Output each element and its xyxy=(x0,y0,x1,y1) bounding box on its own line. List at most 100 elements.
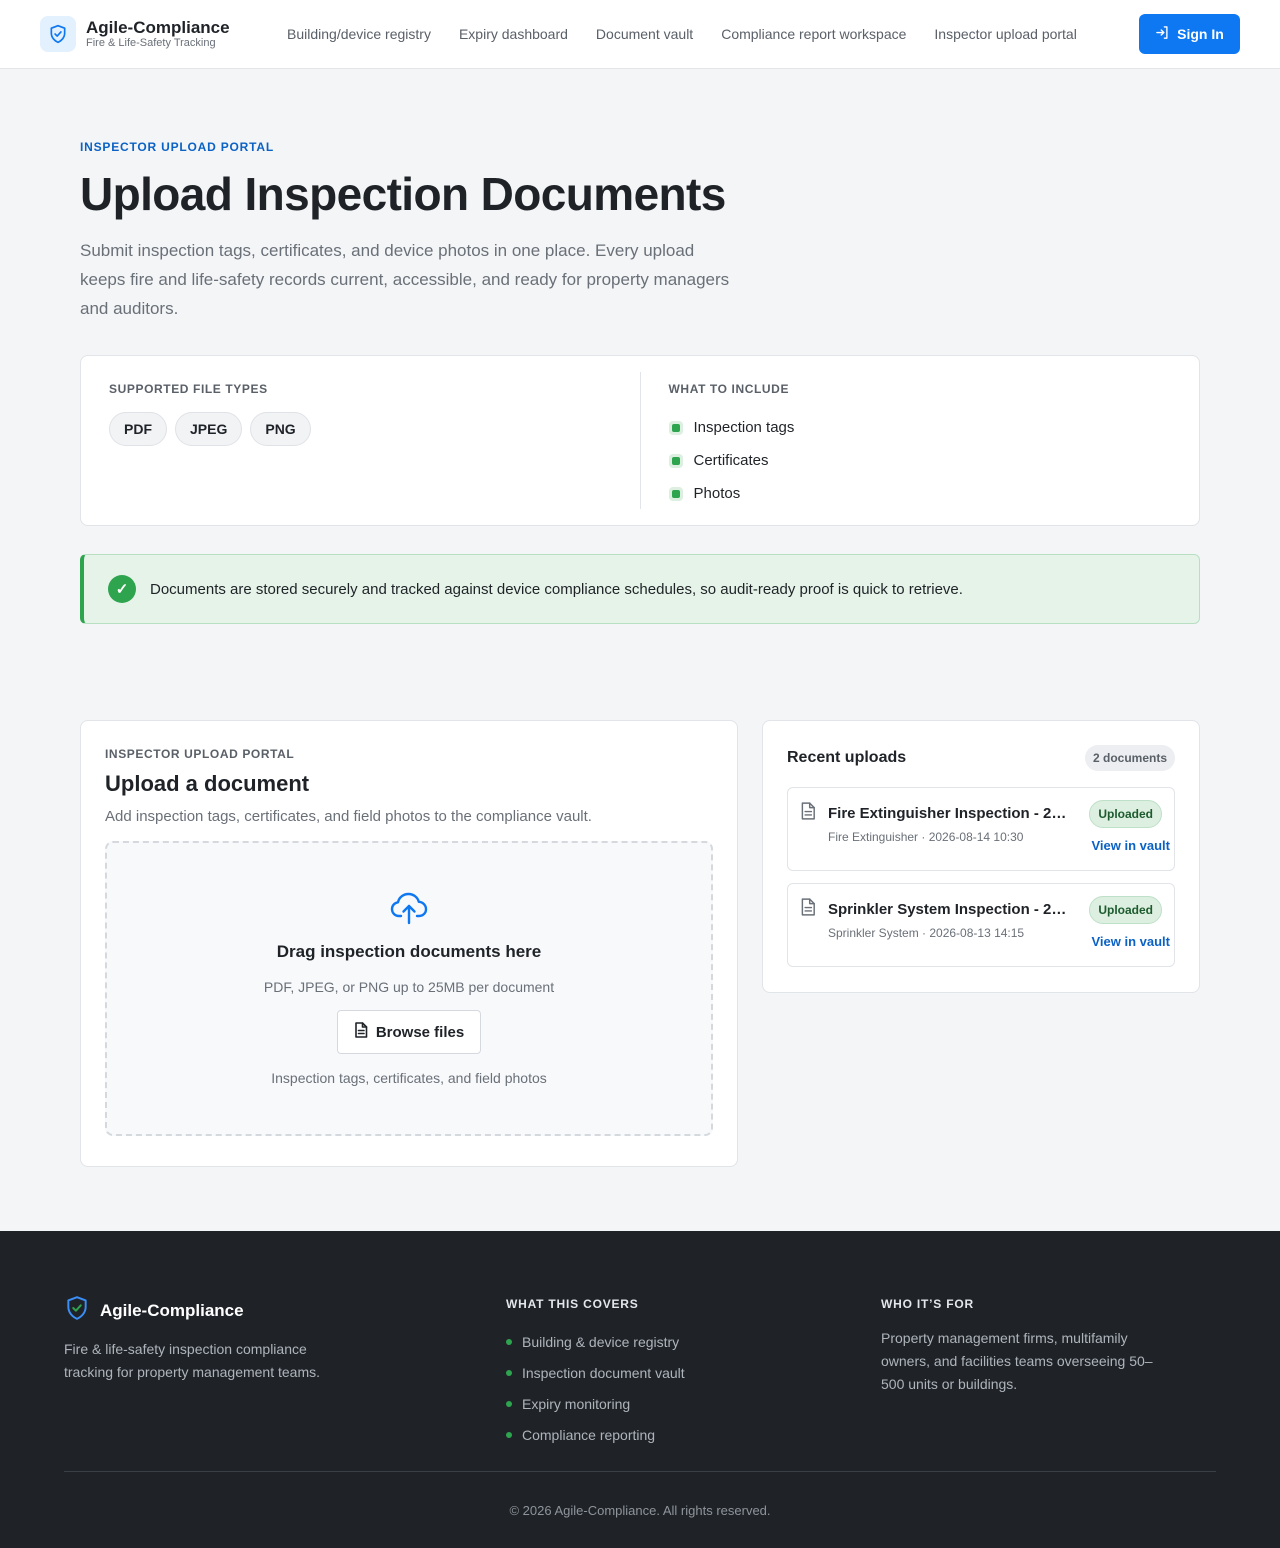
footer-brand-row: Agile-Compliance xyxy=(64,1295,506,1326)
recent-uploads-header: Recent uploads 2 documents xyxy=(787,745,1175,771)
drop-title: Drag inspection documents here xyxy=(276,942,542,961)
file-types-section: SUPPORTED FILE TYPES PDF JPEG PNG xyxy=(81,372,640,509)
cloud-upload-icon xyxy=(390,891,428,930)
upload-item-actions: Uploaded View in vault xyxy=(1089,896,1170,949)
bullet-icon xyxy=(506,1431,512,1438)
notice-text: Documents are stored securely and tracke… xyxy=(150,580,963,598)
sign-in-icon xyxy=(1155,25,1170,43)
nav-compliance-report-workspace[interactable]: Compliance report workspace xyxy=(721,26,906,42)
bullet-icon xyxy=(668,453,683,468)
list-item: Expiry monitoring xyxy=(506,1388,881,1419)
bullet-icon xyxy=(506,1369,512,1376)
footer-columns: Agile-Compliance Fire & life-safety insp… xyxy=(64,1295,1216,1471)
footer-covers-item: Inspection document vault xyxy=(522,1364,685,1381)
footer-audience: WHO IT’S FOR Property management firms, … xyxy=(881,1295,1216,1471)
footer-covers-item: Expiry monitoring xyxy=(522,1395,631,1412)
page-title: Upload Inspection Documents xyxy=(80,168,726,220)
include-list: Inspection tags Certificates Photos xyxy=(668,411,1172,510)
brand[interactable]: Agile-Compliance Fire & Life-Safety Trac… xyxy=(40,16,287,52)
status-badge: Uploaded xyxy=(1089,896,1162,924)
upload-item-body: Sprinkler System Inspection - 2026-08-13… xyxy=(828,896,1068,954)
check-icon: ✓ xyxy=(108,575,136,603)
sign-in-button[interactable]: Sign In xyxy=(1139,14,1240,54)
recent-uploads-card: Recent uploads 2 documents Fire Extingui… xyxy=(762,720,1200,993)
list-item: Photos xyxy=(668,477,1172,510)
file-type-chip-png: PNG xyxy=(250,412,311,446)
list-item[interactable]: Sprinkler System Inspection - 2026-08-13… xyxy=(787,883,1175,967)
footer-description: Fire & life-safety inspection compliance… xyxy=(64,1341,321,1380)
footer-covers-item: Compliance reporting xyxy=(522,1426,656,1443)
brand-tagline: Fire & Life-Safety Tracking xyxy=(86,37,216,49)
upload-title: Upload a document xyxy=(105,771,310,796)
bullet-icon xyxy=(668,486,683,501)
file-dropzone[interactable]: Drag inspection documents here PDF, JPEG… xyxy=(105,841,713,1136)
upload-item-title: Sprinkler System Inspection - 2026-08-13 xyxy=(828,901,1068,918)
hero-description: Submit inspection tags, certificates, an… xyxy=(80,241,730,318)
list-item: Inspection tags xyxy=(668,411,1172,444)
main-content: INSPECTOR UPLOAD PORTAL Upload Inspectio… xyxy=(0,69,1280,1167)
shield-check-icon xyxy=(64,1295,90,1326)
upload-card: INSPECTOR UPLOAD PORTAL Upload a documen… xyxy=(80,720,738,1167)
upload-eyebrow: INSPECTOR UPLOAD PORTAL xyxy=(105,747,295,761)
list-item[interactable]: Fire Extinguisher Inspection - 2026-08-1… xyxy=(787,787,1175,871)
nav-expiry-dashboard[interactable]: Expiry dashboard xyxy=(459,26,568,42)
upload-item-meta: Fire Extinguisher · 2026-08-14 10:30 xyxy=(828,830,1024,844)
file-type-chip-jpeg: JPEG xyxy=(175,412,243,446)
info-card: SUPPORTED FILE TYPES PDF JPEG PNG WHAT T… xyxy=(80,355,1200,526)
footer-covers: WHAT THIS COVERS Building & device regis… xyxy=(506,1295,881,1471)
drop-hint: Inspection tags, certificates, and field… xyxy=(271,1070,547,1086)
file-type-chip-pdf: PDF xyxy=(109,412,167,446)
footer-brand-name: Agile-Compliance xyxy=(100,1300,244,1320)
bullet-icon xyxy=(668,420,683,435)
document-count-badge: 2 documents xyxy=(1084,745,1175,771)
bullet-icon xyxy=(506,1338,512,1345)
footer-brand: Agile-Compliance Fire & life-safety insp… xyxy=(64,1295,506,1471)
site-footer: Agile-Compliance Fire & life-safety insp… xyxy=(0,1231,1280,1548)
browse-files-button[interactable]: Browse files xyxy=(336,1010,482,1054)
view-in-vault-link[interactable]: View in vault xyxy=(1091,838,1170,853)
document-icon xyxy=(800,896,816,954)
browse-files-label: Browse files xyxy=(375,1023,465,1041)
list-item: Compliance reporting xyxy=(506,1419,881,1450)
upload-item-body: Fire Extinguisher Inspection - 2026-08-1… xyxy=(828,800,1068,858)
sign-in-label: Sign In xyxy=(1177,26,1224,42)
include-section: WHAT TO INCLUDE Inspection tags Certific… xyxy=(639,372,1200,510)
recent-uploads-title: Recent uploads xyxy=(787,749,907,766)
hero-eyebrow: INSPECTOR UPLOAD PORTAL xyxy=(80,140,274,154)
security-notice: ✓ Documents are stored securely and trac… xyxy=(80,554,1200,624)
list-item: Building & device registry xyxy=(506,1326,881,1357)
top-header: Agile-Compliance Fire & Life-Safety Trac… xyxy=(0,0,1280,69)
main-nav: Building/device registry Expiry dashboar… xyxy=(287,26,1139,42)
upload-section: INSPECTOR UPLOAD PORTAL Upload a documen… xyxy=(80,720,1200,1167)
brand-name: Agile-Compliance xyxy=(86,18,230,37)
upload-item-title: Fire Extinguisher Inspection - 2026-08-1… xyxy=(828,805,1068,822)
view-in-vault-link[interactable]: View in vault xyxy=(1091,934,1170,949)
upload-item-actions: Uploaded View in vault xyxy=(1089,800,1170,853)
document-icon xyxy=(354,1022,368,1042)
shield-check-icon xyxy=(40,16,76,52)
footer-audience-text: Property management firms, multifamily o… xyxy=(881,1330,1153,1392)
include-item-label: Certificates xyxy=(693,452,769,469)
drop-subtitle: PDF, JPEG, or PNG up to 25MB per documen… xyxy=(263,979,555,995)
footer-audience-title: WHO IT’S FOR xyxy=(881,1297,974,1311)
nav-building-device-registry[interactable]: Building/device registry xyxy=(287,26,431,42)
file-type-chips: PDF JPEG PNG xyxy=(109,412,612,446)
footer-covers-list: Building & device registry Inspection do… xyxy=(506,1326,881,1450)
bullet-icon xyxy=(506,1400,512,1407)
footer-covers-item: Building & device registry xyxy=(522,1333,680,1350)
document-icon xyxy=(800,800,816,858)
hero: INSPECTOR UPLOAD PORTAL Upload Inspectio… xyxy=(80,69,1200,624)
file-types-title: SUPPORTED FILE TYPES xyxy=(109,382,268,396)
status-badge: Uploaded xyxy=(1089,800,1162,828)
list-item: Inspection document vault xyxy=(506,1357,881,1388)
upload-item-meta: Sprinkler System · 2026-08-13 14:15 xyxy=(828,926,1025,940)
copyright: © 2026 Agile-Compliance. All rights rese… xyxy=(64,1471,1216,1548)
nav-inspector-upload-portal[interactable]: Inspector upload portal xyxy=(934,26,1076,42)
nav-document-vault[interactable]: Document vault xyxy=(596,26,693,42)
include-item-label: Inspection tags xyxy=(693,419,795,436)
include-item-label: Photos xyxy=(693,485,741,502)
list-item: Certificates xyxy=(668,444,1172,477)
footer-covers-title: WHAT THIS COVERS xyxy=(506,1297,639,1311)
upload-description: Add inspection tags, certificates, and f… xyxy=(105,808,592,825)
include-title: WHAT TO INCLUDE xyxy=(668,382,790,396)
